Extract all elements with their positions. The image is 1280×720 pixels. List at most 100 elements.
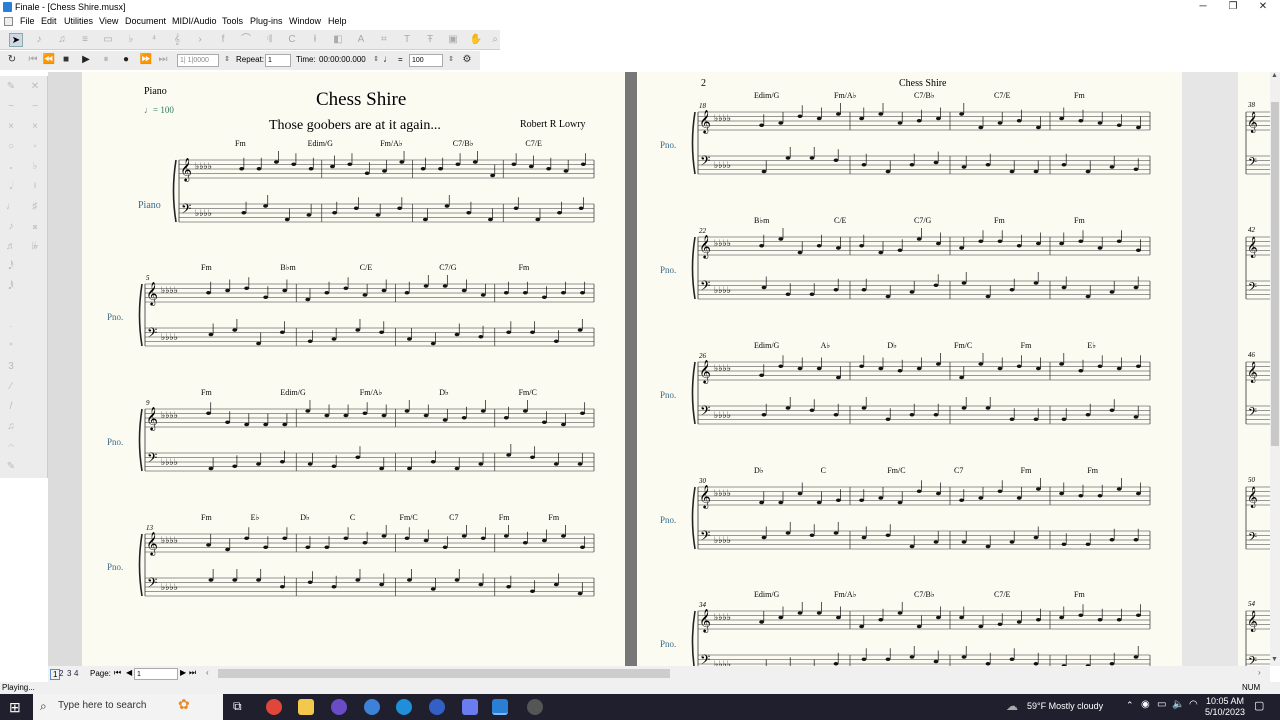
task-view-icon[interactable]: ⧉ <box>233 699 242 714</box>
repeat-select[interactable]: 1 <box>265 54 291 67</box>
clock-time[interactable]: 10:05 AM <box>1206 696 1244 706</box>
next-page-icon[interactable]: ▶ <box>180 668 186 677</box>
horizontal-scroll-thumb[interactable] <box>218 669 670 678</box>
prev-page-icon[interactable]: ◀ <box>126 668 132 677</box>
vertical-scrollbar[interactable]: ▲ ▼ <box>1270 72 1280 666</box>
menu-window[interactable]: Window <box>289 16 321 26</box>
palette-tool-5-icon[interactable]: × <box>4 120 18 134</box>
mirror-tool-icon[interactable]: ◧ <box>331 33 345 47</box>
whole-note-icon[interactable]: 𝅗 <box>4 160 18 174</box>
menu-document[interactable]: Document <box>125 16 166 26</box>
palette-tool-21-icon[interactable]: · <box>4 320 18 334</box>
palette-tool-25-icon[interactable]: / <box>4 400 18 414</box>
palette-tool-26-icon[interactable]: ♫ <box>4 420 18 434</box>
sixty-fourth-note-icon[interactable]: 𝅘𝅥𝅱 <box>4 280 18 294</box>
clock-date[interactable]: 5/10/2023 <box>1205 707 1245 717</box>
app-blue-icon[interactable] <box>364 699 380 715</box>
eighth-note-icon[interactable]: ♪ <box>4 220 18 234</box>
hscroll-right-icon[interactable]: › <box>1258 668 1261 677</box>
menu-view[interactable]: View <box>99 16 118 26</box>
page-tab-4[interactable]: 4 <box>74 669 78 678</box>
measure-tool-icon[interactable]: ▭ <box>101 33 115 47</box>
clef-tool-icon[interactable]: 𝄞 <box>170 33 184 47</box>
maximize-button[interactable]: ❐ <box>1218 0 1248 14</box>
app-send-icon[interactable] <box>462 699 478 715</box>
app-blue2-icon[interactable] <box>429 699 445 715</box>
fast-forward-icon[interactable]: ⏩ <box>139 53 153 67</box>
tray-chevron-icon[interactable]: ⌃ <box>1126 700 1134 711</box>
tray-icon-1[interactable]: ◉ <box>1141 699 1150 710</box>
staff-tool-icon[interactable]: ≡ <box>78 33 92 47</box>
key-signature-icon[interactable]: ♭ <box>124 33 138 47</box>
palette-tool-23-icon[interactable]: 3 <box>4 360 18 374</box>
repeat-tool-icon[interactable]: 𝄇 <box>262 33 276 47</box>
palette-tool-14-icon[interactable]: ♯ <box>28 200 42 214</box>
time-signature-icon[interactable]: ⁴ <box>147 33 161 47</box>
page-layout-icon[interactable]: ▣ <box>446 33 460 47</box>
rewind-icon[interactable]: ⏪ <box>42 53 56 67</box>
edge-icon[interactable] <box>396 699 412 715</box>
network-icon[interactable]: ▭ <box>1157 699 1166 710</box>
palette-tool-2-icon[interactable]: ✕ <box>28 80 42 94</box>
palette-tool-28-icon[interactable]: ✎ <box>4 460 18 474</box>
finale-taskbar-icon[interactable] <box>492 699 508 715</box>
playback-counter[interactable]: 1| 1|0000 <box>177 54 219 67</box>
menu-edit[interactable]: Edit <box>41 16 57 26</box>
palette-tool-10-icon[interactable]: ♭ <box>28 160 42 174</box>
palette-tool-18-icon[interactable]: 𝄫 <box>28 240 42 254</box>
vertical-scroll-thumb[interactable] <box>1271 102 1279 446</box>
chrome-icon[interactable] <box>266 699 282 715</box>
stop-icon[interactable]: ■ <box>59 53 73 67</box>
simple-entry-icon[interactable]: ♪ <box>32 33 46 47</box>
selection-tool-icon[interactable]: ➤ <box>9 33 23 47</box>
menu-plugins[interactable]: Plug-ins <box>250 16 283 26</box>
thirty-second-note-icon[interactable]: 𝅘𝅥𝅰 <box>4 260 18 274</box>
palette-tool-24-icon[interactable]: ⁄ <box>4 380 18 394</box>
text-tool-icon[interactable]: A <box>354 33 368 47</box>
quarter-note-palette-icon[interactable]: ♩ <box>4 200 18 214</box>
score-page-3[interactable]: 𝄞 𝄢 38 𝄞 𝄢 42 𝄞 𝄢 46 𝄞 𝄢 50 𝄞 𝄢 54 <box>1238 72 1270 666</box>
file-explorer-icon[interactable] <box>298 699 314 715</box>
speedy-entry-icon[interactable]: ♫ <box>55 33 69 47</box>
palette-tool-7-icon[interactable]: ○ <box>4 140 18 154</box>
wifi-icon[interactable]: ◠ <box>1189 699 1198 710</box>
app-clock-icon[interactable] <box>527 699 543 715</box>
smart-shape-icon[interactable]: ⌒ <box>239 33 253 47</box>
menu-file[interactable]: File <box>20 16 35 26</box>
windows-start-icon[interactable]: ⊞ <box>9 699 21 716</box>
graphics-tool-icon[interactable]: ⌗ <box>377 33 391 47</box>
menu-midi-audio[interactable]: MIDI/Audio <box>172 16 217 26</box>
sixteenth-note-icon[interactable]: ♬ <box>4 240 18 254</box>
volume-icon[interactable]: 🔈 <box>1172 699 1184 710</box>
palette-tool-12-icon[interactable]: ♮ <box>28 180 42 194</box>
page-tab-3[interactable]: 3 <box>67 669 71 678</box>
first-page-icon[interactable]: ⏮ <box>114 668 121 678</box>
menu-help[interactable]: Help <box>328 16 347 26</box>
tempo-input[interactable]: 100 <box>409 54 443 67</box>
palette-tool-22-icon[interactable]: ⁺ <box>4 340 18 354</box>
palette-tool-27-icon[interactable]: 𝄐 <box>4 440 18 454</box>
menu-utilities[interactable]: Utilities <box>64 16 93 26</box>
scroll-down-icon[interactable]: ▼ <box>1271 656 1278 663</box>
palette-tool-4-icon[interactable]: − <box>28 100 42 114</box>
play-icon[interactable]: ▶ <box>79 53 93 67</box>
palette-tool-8-icon[interactable]: ◦ <box>28 140 42 154</box>
page-tab-2[interactable]: 2 <box>59 669 63 678</box>
palette-tool-3-icon[interactable]: ~ <box>4 100 18 114</box>
counter-spinner-icon[interactable]: ⇕ <box>220 53 234 67</box>
palette-tool-1-icon[interactable]: ✎ <box>4 80 18 94</box>
zoom-tool-icon[interactable]: ⌕ <box>488 33 502 47</box>
record-icon[interactable]: ● <box>119 53 133 67</box>
app-purple-icon[interactable] <box>331 699 347 715</box>
menu-tools[interactable]: Tools <box>222 16 243 26</box>
loop-icon[interactable]: ↻ <box>5 53 19 67</box>
document-icon[interactable] <box>4 17 13 26</box>
hand-grabber-icon[interactable]: ✋ <box>469 33 483 47</box>
lyrics-tool-icon[interactable]: ł <box>308 33 322 47</box>
page-number-input[interactable]: 1 <box>134 668 178 680</box>
expression-icon[interactable]: f <box>216 33 230 47</box>
tempo-spinner-icon[interactable]: ⇕ <box>444 53 458 67</box>
lyric-text-icon[interactable]: Ŧ <box>423 33 437 47</box>
rewind-start-icon[interactable]: ⏮ <box>26 53 40 67</box>
last-page-icon[interactable]: ⏭ <box>189 668 196 678</box>
